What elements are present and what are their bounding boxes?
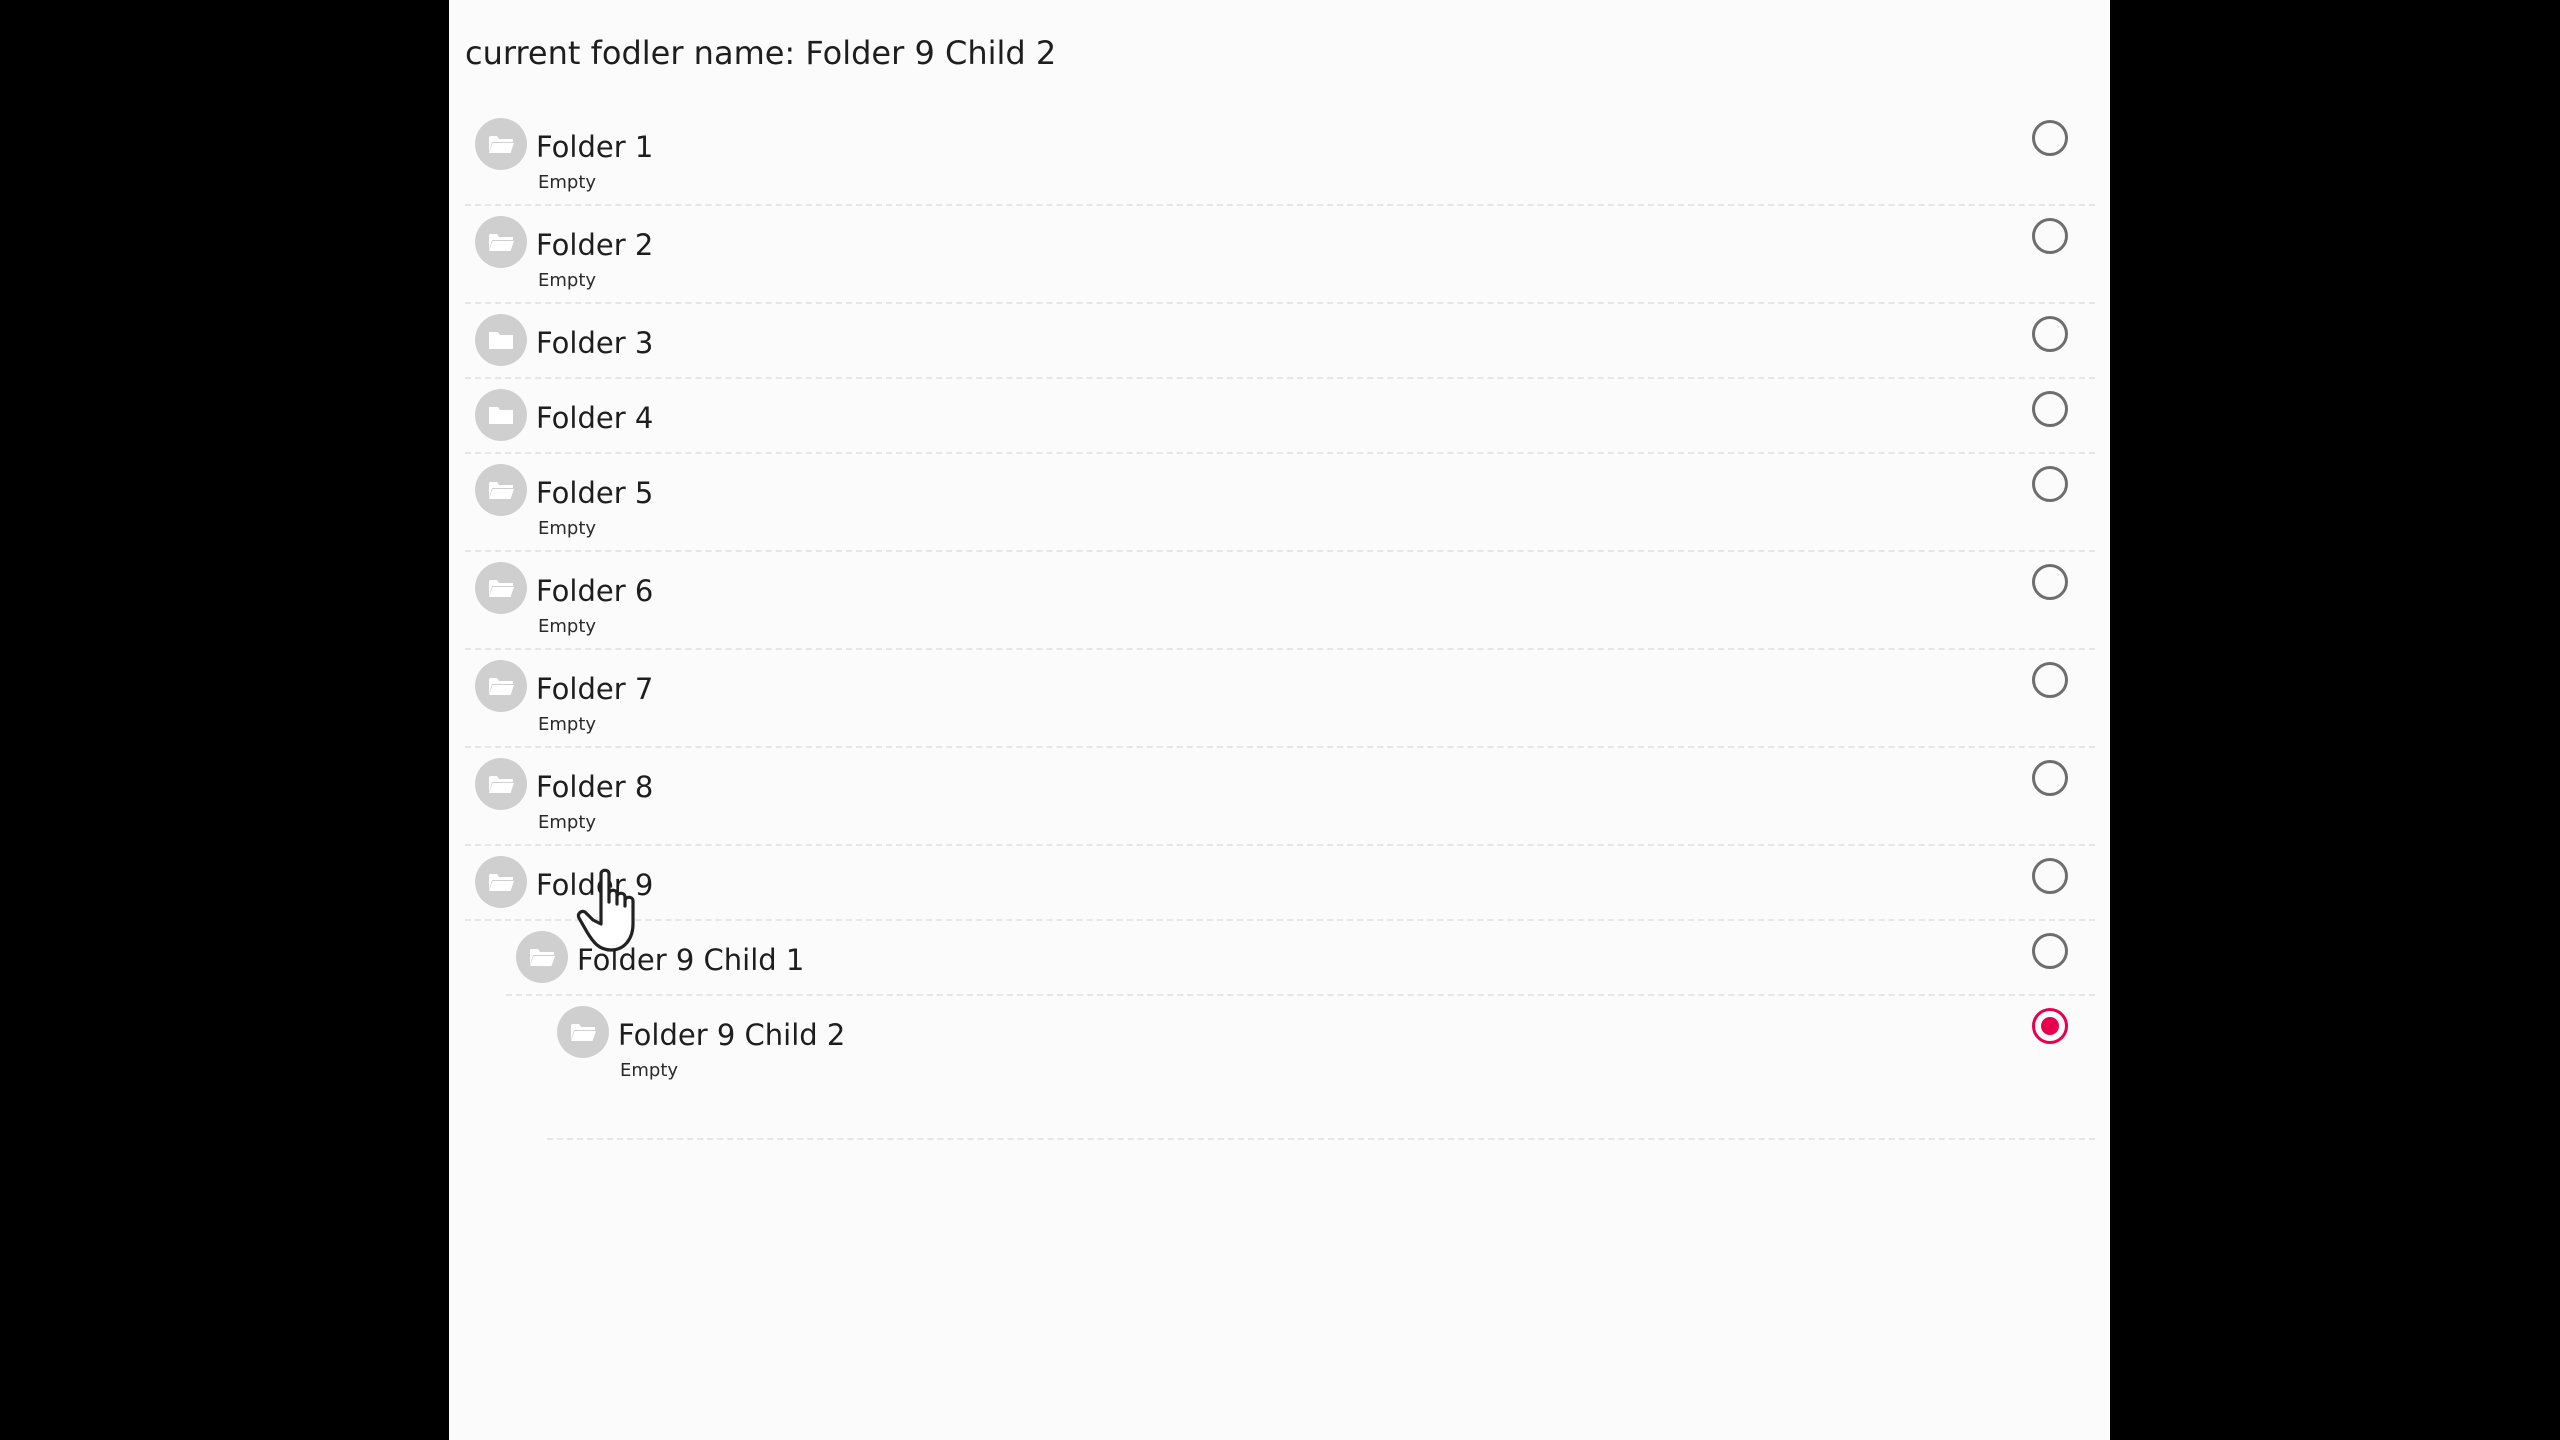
- folder-name: Folder 9: [536, 868, 654, 902]
- folder-status: Empty: [538, 812, 597, 833]
- folder-name: Folder 1: [536, 130, 654, 164]
- radio-button[interactable]: [2032, 564, 2068, 600]
- folder-status: Empty: [538, 518, 597, 539]
- folder-name: Folder 9 Child 1: [577, 943, 805, 977]
- radio-button[interactable]: [2032, 858, 2068, 894]
- folder-name: Folder 5: [536, 476, 654, 510]
- radio-button[interactable]: [2032, 316, 2068, 352]
- folder-open-icon: [489, 678, 514, 695]
- folder-row[interactable]: Folder 7 Empty: [465, 650, 2095, 748]
- folder-avatar: [475, 464, 527, 516]
- folder-row[interactable]: Folder 9 Child 1: [506, 921, 2095, 996]
- folder-avatar: [475, 216, 527, 268]
- folder-name: Folder 4: [536, 401, 654, 435]
- folder-status: Empty: [538, 616, 597, 637]
- folder-avatar: [475, 118, 527, 170]
- folder-avatar: [475, 562, 527, 614]
- radio-button[interactable]: [2032, 760, 2068, 796]
- folder-closed-icon: [489, 332, 513, 349]
- folder-avatar: [557, 1006, 609, 1058]
- folder-avatar: [475, 856, 527, 908]
- folder-open-icon: [489, 776, 514, 793]
- page-title: current fodler name: Folder 9 Child 2: [465, 34, 1057, 72]
- folder-row[interactable]: Folder 1 Empty: [465, 108, 2095, 206]
- folder-avatar: [475, 314, 527, 366]
- folder-row[interactable]: Folder 9 Child 2 Empty: [547, 996, 2095, 1140]
- radio-button[interactable]: [2032, 466, 2068, 502]
- folder-open-icon: [489, 874, 514, 891]
- folder-row[interactable]: Folder 4: [465, 379, 2095, 454]
- folder-status: Empty: [538, 172, 597, 193]
- folder-status: Empty: [538, 714, 597, 735]
- radio-button[interactable]: [2032, 933, 2068, 969]
- folder-row[interactable]: Folder 8 Empty: [465, 748, 2095, 846]
- radio-button[interactable]: [2032, 391, 2068, 427]
- folder-open-icon: [489, 234, 514, 251]
- folder-name: Folder 9 Child 2: [618, 1018, 846, 1052]
- folder-open-icon: [489, 580, 514, 597]
- folder-status: Empty: [538, 270, 597, 291]
- folder-row[interactable]: Folder 9: [465, 846, 2095, 921]
- folder-name: Folder 8: [536, 770, 654, 804]
- folder-status: Empty: [620, 1060, 679, 1081]
- folder-avatar: [475, 758, 527, 810]
- folder-name: Folder 2: [536, 228, 654, 262]
- folder-avatar: [475, 389, 527, 441]
- radio-selected[interactable]: [2032, 1008, 2068, 1044]
- folder-name: Folder 3: [536, 326, 654, 360]
- folder-row[interactable]: Folder 2 Empty: [465, 206, 2095, 304]
- folder-name: Folder 6: [536, 574, 654, 608]
- folder-open-icon: [571, 1024, 596, 1041]
- folder-row[interactable]: Folder 3: [465, 304, 2095, 379]
- folder-picker-panel: current fodler name: Folder 9 Child 2 Fo…: [449, 0, 2110, 1440]
- folder-open-icon: [530, 949, 555, 966]
- folder-open-icon: [489, 136, 514, 153]
- folder-row[interactable]: Folder 5 Empty: [465, 454, 2095, 552]
- folder-name: Folder 7: [536, 672, 654, 706]
- radio-button[interactable]: [2032, 120, 2068, 156]
- radio-button[interactable]: [2032, 662, 2068, 698]
- folder-open-icon: [489, 482, 514, 499]
- radio-button[interactable]: [2032, 218, 2068, 254]
- folder-row[interactable]: Folder 6 Empty: [465, 552, 2095, 650]
- folder-avatar: [475, 660, 527, 712]
- folder-list: Folder 1 Empty Folder 2 Empty Folder 3 Folder…: [465, 108, 2095, 1140]
- folder-closed-icon: [489, 407, 513, 424]
- folder-avatar: [516, 931, 568, 983]
